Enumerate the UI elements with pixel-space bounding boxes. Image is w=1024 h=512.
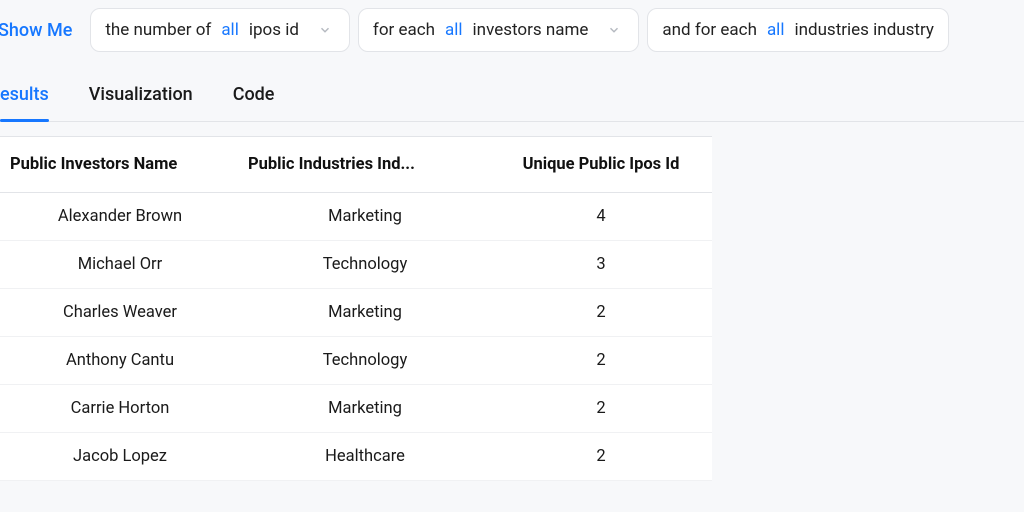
cell-industry: Technology (240, 351, 490, 370)
cell-industry: Marketing (240, 399, 490, 418)
table-row: Jacob Lopez Healthcare 2 (0, 433, 712, 481)
cell-name: Charles Weaver (0, 303, 240, 322)
table-header-row: Public Investors Name Public Industries … (0, 137, 712, 193)
table-row: Anthony Cantu Technology 2 (0, 337, 712, 385)
chevron-down-icon[interactable] (604, 23, 624, 37)
cell-industry: Marketing (240, 207, 490, 226)
cell-industry: Healthcare (240, 447, 490, 466)
table-row: Carrie Horton Marketing 2 (0, 385, 712, 433)
query-builder-bar: Show Me the number of all ipos id for ea… (0, 0, 1024, 60)
cell-industry: Marketing (240, 303, 490, 322)
cell-count: 3 (490, 255, 712, 274)
tab-results[interactable]: esults (0, 84, 49, 121)
table-row: Michael Orr Technology 3 (0, 241, 712, 289)
cell-count: 2 (490, 399, 712, 418)
column-header-name[interactable]: Public Investors Name (0, 155, 240, 174)
cell-name: Carrie Horton (0, 399, 240, 418)
cell-industry: Technology (240, 255, 490, 274)
pill-subject: industries industry (794, 20, 934, 40)
cell-count: 4 (490, 207, 712, 226)
table-row: Charles Weaver Marketing 2 (0, 289, 712, 337)
query-pill-dimension-1[interactable]: for each all investors name (358, 8, 639, 52)
pill-scope: all (445, 20, 463, 40)
cell-name: Anthony Cantu (0, 351, 240, 370)
pill-prefix: and for each (662, 20, 757, 40)
cell-name: Alexander Brown (0, 207, 240, 226)
results-table: Public Investors Name Public Industries … (0, 136, 712, 481)
pill-scope: all (767, 20, 785, 40)
table-row: Alexander Brown Marketing 4 (0, 193, 712, 241)
pill-prefix: the number of (105, 20, 211, 40)
cell-count: 2 (490, 351, 712, 370)
pill-prefix: for each (373, 20, 435, 40)
show-me-label[interactable]: Show Me (0, 20, 82, 41)
pill-subject: investors name (473, 20, 589, 40)
view-tabs: esults Visualization Code (0, 66, 1024, 122)
pill-scope: all (221, 20, 239, 40)
cell-name: Jacob Lopez (0, 447, 240, 466)
tab-code[interactable]: Code (233, 84, 275, 121)
pill-subject: ipos id (249, 20, 299, 40)
column-header-industry[interactable]: Public Industries Ind... (240, 155, 490, 174)
query-pill-measure[interactable]: the number of all ipos id (90, 8, 350, 52)
tab-visualization[interactable]: Visualization (89, 84, 193, 121)
column-header-count[interactable]: Unique Public Ipos Id (490, 155, 712, 174)
cell-count: 2 (490, 303, 712, 322)
chevron-down-icon[interactable] (315, 23, 335, 37)
cell-name: Michael Orr (0, 255, 240, 274)
cell-count: 2 (490, 447, 712, 466)
query-pill-dimension-2[interactable]: and for each all industries industry (647, 8, 949, 52)
